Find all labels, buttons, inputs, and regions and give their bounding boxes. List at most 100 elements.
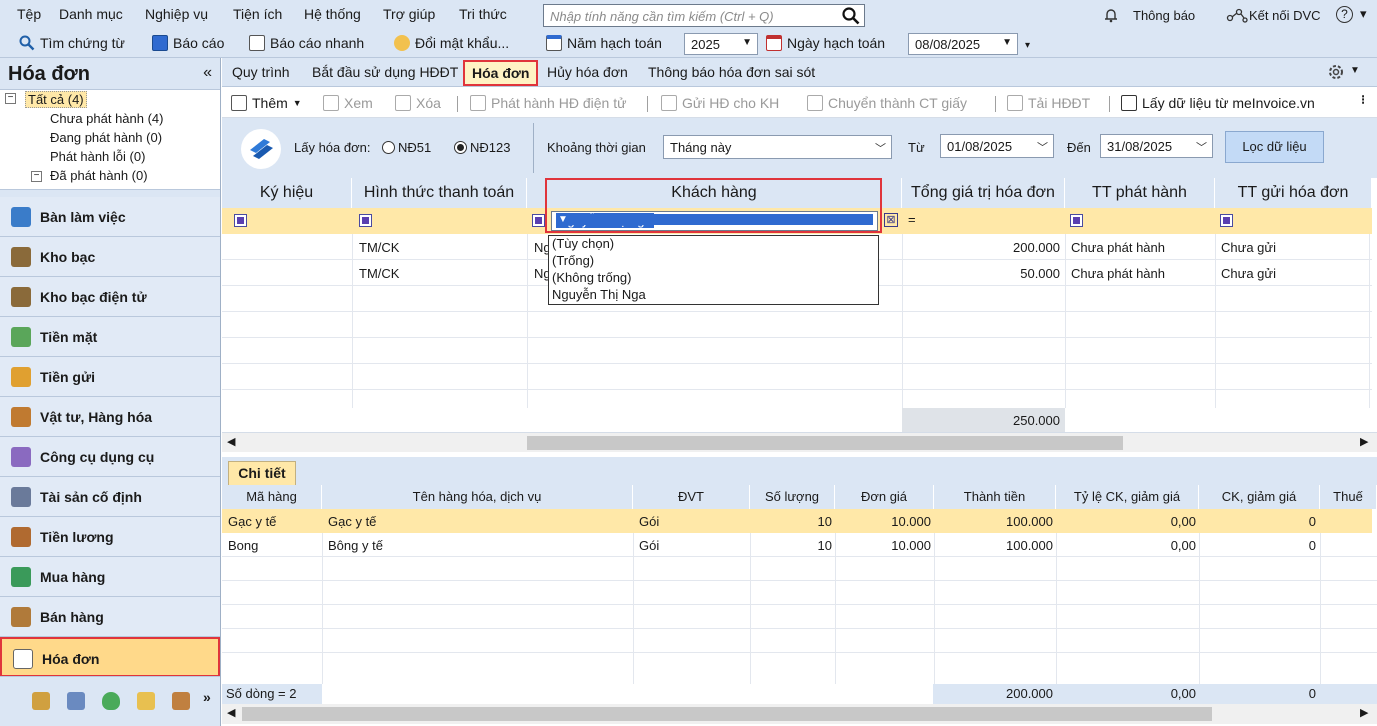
collapse-icon[interactable]: « — [203, 64, 212, 82]
folder-icon[interactable] — [137, 692, 155, 710]
radio-nd51[interactable] — [382, 141, 395, 154]
tab-start-einvoice[interactable]: Bắt đầu sử dụng HĐĐT — [312, 64, 458, 80]
tree-item-issuing[interactable]: Đang phát hành (0) — [50, 130, 162, 145]
col-unit[interactable]: ĐVT — [633, 485, 750, 509]
tab-detail[interactable]: Chi tiết — [228, 461, 296, 485]
filter-operator-icon[interactable] — [1220, 214, 1233, 227]
shield-icon[interactable] — [102, 692, 120, 710]
menu-catalog[interactable]: Danh mục — [59, 6, 123, 22]
col-issue-status[interactable]: TT phát hành — [1065, 178, 1215, 208]
menu-file[interactable]: Tệp — [17, 6, 41, 22]
col-invoice-total[interactable]: Tổng giá trị hóa đơn — [902, 178, 1065, 208]
tree-item-not-issued[interactable]: Chưa phát hành (4) — [50, 111, 164, 126]
scroll-left-icon[interactable]: ◀ — [227, 706, 235, 719]
horizontal-scrollbar[interactable]: ◀ ▶ — [222, 432, 1377, 452]
table-row[interactable]: Gạc y tế Gạc y tế Gói 10 10.000 100.000 … — [222, 509, 1372, 533]
col-symbol[interactable]: Ký hiệu — [222, 178, 352, 208]
tree-collapse-icon[interactable]: − — [31, 171, 42, 182]
report-button[interactable]: Báo cáo — [152, 35, 224, 51]
to-date-picker[interactable]: 31/08/2025 ﹀ — [1100, 134, 1213, 158]
nav-salary[interactable]: Tiền lương — [0, 517, 220, 557]
scroll-right-icon[interactable]: ▶ — [1360, 706, 1368, 719]
filter-operator-icon[interactable] — [1070, 214, 1083, 227]
filter-equals-icon[interactable]: = — [908, 212, 916, 227]
nav-cash[interactable]: Tiền mặt — [0, 317, 220, 357]
gear-icon[interactable] — [1327, 63, 1345, 81]
nav-inventory[interactable]: Vật tư, Hàng hóa — [0, 397, 220, 437]
tab-process[interactable]: Quy trình — [232, 64, 290, 80]
col-tax[interactable]: Thuế — [1320, 485, 1377, 509]
nav-invoice[interactable]: Hóa đơn — [0, 637, 220, 677]
period-select[interactable]: Tháng này ﹀ — [663, 135, 892, 159]
notification-link[interactable]: Thông báo — [1133, 8, 1195, 23]
col-quantity[interactable]: Số lượng — [750, 485, 835, 509]
network-icon[interactable] — [1226, 6, 1248, 24]
tree-item-issued[interactable]: Đã phát hành (0) — [50, 168, 148, 183]
more-icon[interactable]: » — [203, 689, 211, 705]
clear-filter-icon[interactable]: ⊠ — [884, 213, 898, 227]
col-discount[interactable]: CK, giảm giá — [1199, 485, 1320, 509]
menu-utilities[interactable]: Tiện ích — [233, 6, 282, 22]
col-discount-rate[interactable]: Tỷ lệ CK, giảm giá — [1056, 485, 1199, 509]
menu-caret-icon[interactable]: ▾ — [1360, 6, 1367, 22]
filter-operator-icon[interactable] — [234, 214, 247, 227]
calculator-icon[interactable] — [32, 692, 50, 710]
table-row[interactable]: Bong Bông y tế Gói 10 10.000 100.000 0,0… — [222, 533, 1372, 557]
dropdown-option-custom[interactable]: (Tùy chọn) — [552, 236, 614, 251]
send-invoice-button[interactable]: Gửi HĐ cho KH — [661, 95, 779, 111]
help-icon[interactable]: ? — [1336, 6, 1353, 23]
tree-item-issue-error[interactable]: Phát hành lỗi (0) — [50, 149, 145, 164]
search-input[interactable]: Nhập tính năng cần tìm kiếm (Ctrl + Q) — [543, 4, 865, 27]
nav-treasury[interactable]: Kho bạc — [0, 237, 220, 277]
tab-invoice-error-notice[interactable]: Thông báo hóa đơn sai sót — [648, 64, 815, 80]
col-item-code[interactable]: Mã hàng — [222, 485, 322, 509]
nav-fixed-assets[interactable]: Tài sản cố định — [0, 477, 220, 517]
nav-tools[interactable]: Công cụ dụng cụ — [0, 437, 220, 477]
tab-cancel-invoice[interactable]: Hủy hóa đơn — [547, 64, 628, 80]
nav-purchase[interactable]: Mua hàng — [0, 557, 220, 597]
change-password-button[interactable]: Đổi mật khẩu... — [394, 35, 509, 51]
horizontal-scrollbar[interactable]: ◀ ▶ — [222, 704, 1377, 724]
find-voucher-button[interactable]: Tìm chứng từ — [19, 35, 125, 51]
filter-operator-icon[interactable] — [532, 214, 545, 227]
edit-icon[interactable] — [67, 692, 85, 710]
dropdown-option-not-blank[interactable]: (Không trống) — [552, 270, 632, 285]
filter-operator-icon[interactable] — [359, 214, 372, 227]
tree-collapse-icon[interactable]: − — [5, 93, 16, 104]
from-date-picker[interactable]: 01/08/2025 ﹀ — [940, 134, 1054, 158]
add-button[interactable]: Thêm ▼ — [231, 95, 302, 111]
fiscal-year-select[interactable]: 2025 ▼ — [684, 33, 758, 55]
posting-date-picker[interactable]: 08/08/2025 ▼ — [908, 33, 1018, 55]
nav-e-treasury[interactable]: Kho bạc điện tử — [0, 277, 220, 317]
bell-icon[interactable] — [1104, 8, 1118, 23]
menu-help[interactable]: Trợ giúp — [383, 6, 435, 22]
col-item-name[interactable]: Tên hàng hóa, dịch vụ — [322, 485, 633, 509]
delete-button[interactable]: Xóa — [395, 95, 441, 111]
scroll-right-icon[interactable]: ▶ — [1360, 435, 1368, 448]
menu-system[interactable]: Hệ thống — [304, 6, 361, 22]
col-unit-price[interactable]: Đơn giá — [835, 485, 934, 509]
toolbar-overflow-icon[interactable]: ▾ — [1025, 40, 1030, 51]
scroll-thumb[interactable] — [242, 707, 1212, 721]
radio-nd123[interactable] — [454, 141, 467, 154]
menu-knowledge[interactable]: Tri thức — [459, 6, 507, 22]
tab-invoice[interactable]: Hóa đơn — [463, 60, 539, 86]
col-send-status[interactable]: TT gửi hóa đơn — [1215, 178, 1372, 208]
scroll-left-icon[interactable]: ◀ — [227, 435, 235, 448]
view-button[interactable]: Xem — [323, 95, 373, 111]
nav-sales[interactable]: Bán hàng — [0, 597, 220, 637]
briefcase-icon[interactable] — [172, 692, 190, 710]
tree-item-all[interactable]: Tất cả (4) — [25, 91, 87, 108]
dropdown-option-customer[interactable]: Nguyễn Thị Nga — [552, 287, 646, 302]
connect-dvc-link[interactable]: Kết nối DVC — [1249, 8, 1321, 23]
overflow-icon[interactable]: ⁝ — [1361, 92, 1365, 108]
filter-data-button[interactable]: Lọc dữ liệu — [1225, 131, 1324, 163]
convert-paper-button[interactable]: Chuyển thành CT giấy — [807, 95, 967, 111]
chevron-down-icon[interactable]: ▼ — [1350, 65, 1360, 76]
quick-report-button[interactable]: Báo cáo nhanh — [249, 35, 364, 51]
nav-desk[interactable]: Bàn làm việc — [0, 197, 220, 237]
fetch-meinvoice-button[interactable]: Lấy dữ liệu từ meInvoice.vn — [1121, 95, 1315, 111]
dropdown-option-blank[interactable]: (Trống) — [552, 253, 594, 268]
search-icon[interactable] — [842, 7, 860, 25]
nav-deposit[interactable]: Tiền gửi — [0, 357, 220, 397]
